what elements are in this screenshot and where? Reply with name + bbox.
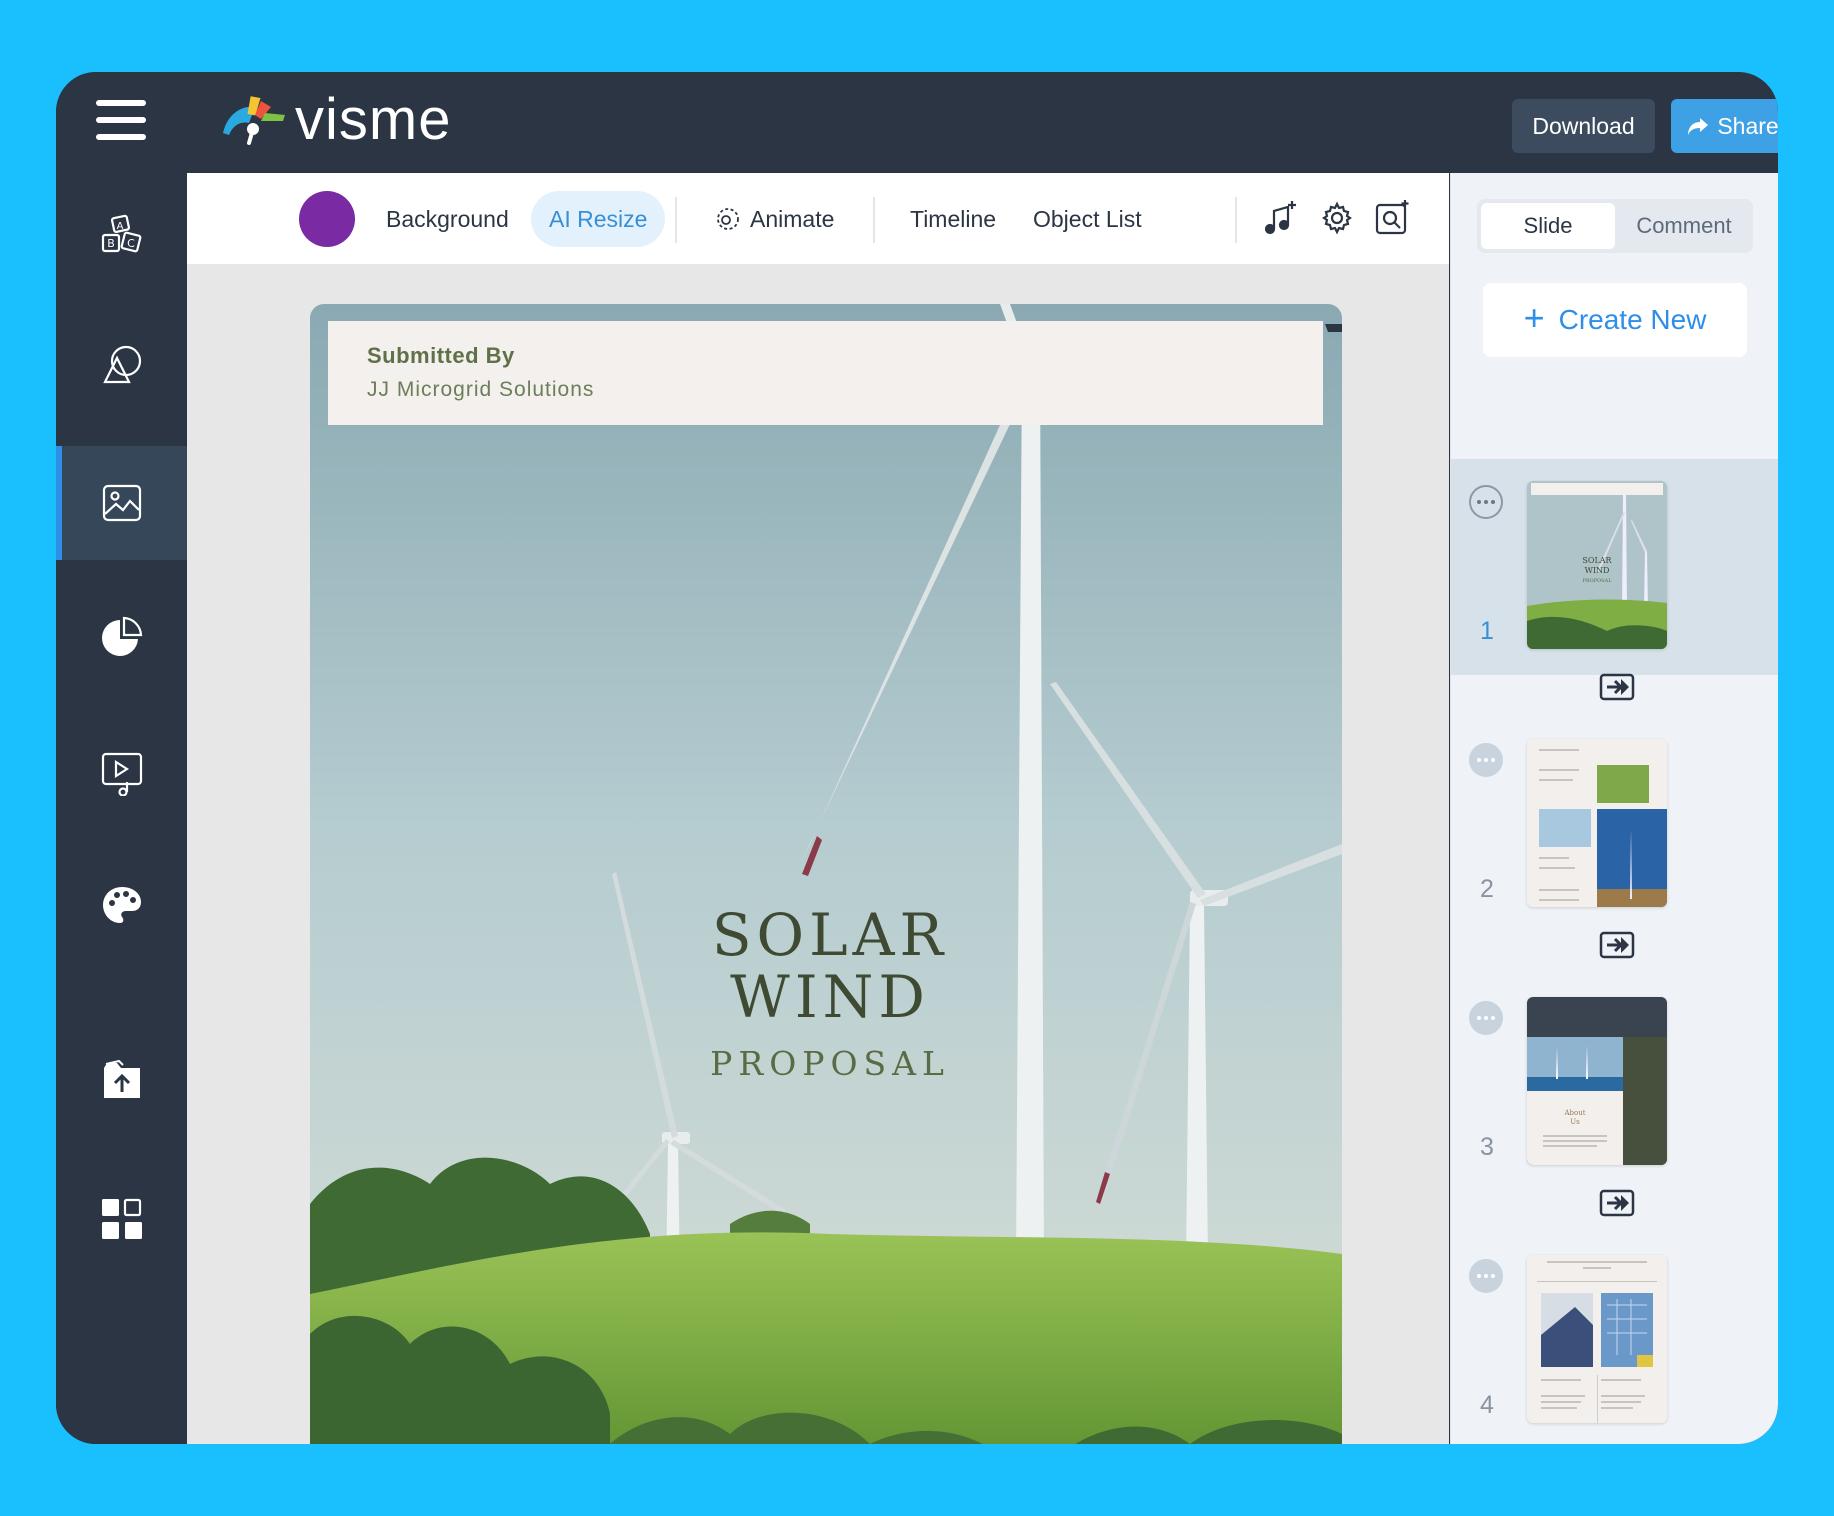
sidebar-item-media[interactable] xyxy=(56,716,187,830)
slide-number: 3 xyxy=(1480,1133,1494,1161)
slide-canvas[interactable]: Submitted By JJ Microgrid Solutions SOLA… xyxy=(310,304,1342,1444)
svg-text:B: B xyxy=(107,237,115,250)
slide-number: 1 xyxy=(1480,617,1494,645)
left-sidebar: A B C xyxy=(56,72,187,1444)
subtitle-proposal: PROPOSAL xyxy=(710,1044,950,1083)
plus-icon: + xyxy=(1523,297,1545,338)
svg-text:SOLAR: SOLAR xyxy=(1582,556,1612,565)
slide-thumbnail-row[interactable]: 4 xyxy=(1451,1233,1778,1444)
image-icon xyxy=(102,484,141,522)
ai-resize-button[interactable]: AI Resize xyxy=(531,191,666,247)
sidebar-item-apps[interactable] xyxy=(56,1162,187,1276)
sidebar-item-shapes[interactable] xyxy=(56,308,187,422)
hamburger-menu-icon[interactable] xyxy=(96,100,146,146)
tab-comment[interactable]: Comment xyxy=(1617,203,1751,249)
title-line-solar: SOLAR xyxy=(711,901,949,969)
animate-icon xyxy=(717,208,739,230)
slide-thumbnail[interactable]: About Us xyxy=(1527,997,1667,1165)
sidebar-item-uploads[interactable] xyxy=(56,1022,187,1136)
sidebar-item-colors[interactable] xyxy=(56,849,187,963)
sidebar-item-charts[interactable] xyxy=(56,580,187,694)
share-arrow-icon xyxy=(1688,118,1709,135)
text-blocks-icon: A B C xyxy=(101,214,141,253)
sidebar-item-images[interactable] xyxy=(56,446,187,560)
slide-thumbnail-row[interactable]: 1 SOLAR WIND PROPOSAL xyxy=(1451,459,1778,675)
slide-options-icon[interactable] xyxy=(1469,485,1503,519)
background-color-swatch[interactable] xyxy=(299,191,355,247)
toolbar-divider xyxy=(873,197,875,243)
wind-turbine-photo xyxy=(310,304,1342,1444)
slide-title-block[interactable]: SOLAR WIND PROPOSAL xyxy=(630,904,1030,1083)
slide-number: 4 xyxy=(1480,1391,1494,1419)
palette-icon xyxy=(102,887,141,923)
slide-thumbnail-row[interactable]: 2 xyxy=(1451,717,1778,933)
slide-transition-icon[interactable] xyxy=(1599,931,1635,959)
slide-options-icon[interactable] xyxy=(1469,1259,1503,1293)
logo-text: visme xyxy=(295,87,452,152)
slide-number: 2 xyxy=(1480,875,1494,903)
create-new-label: Create New xyxy=(1558,304,1707,335)
canvas-area: Submitted By JJ Microgrid Solutions SOLA… xyxy=(187,264,1449,1444)
svg-text:C: C xyxy=(127,237,135,250)
create-new-button[interactable]: + Create New xyxy=(1483,283,1747,357)
object-list-button[interactable]: Object List xyxy=(1033,191,1142,247)
animate-label: Animate xyxy=(750,205,835,232)
visme-logo-icon xyxy=(223,96,285,145)
visme-logo[interactable]: visme xyxy=(219,90,451,150)
toolbar-divider xyxy=(1235,197,1237,243)
panel-tabs: Slide Comment xyxy=(1477,199,1753,253)
slide-options-icon[interactable] xyxy=(1469,743,1503,777)
sidebar-item-text-blocks[interactable]: A B C xyxy=(56,179,187,293)
timeline-button[interactable]: Timeline xyxy=(910,191,996,247)
slide-options-icon[interactable] xyxy=(1469,1001,1503,1035)
apps-icon xyxy=(101,1198,142,1239)
slide-transition-icon[interactable] xyxy=(1599,673,1635,701)
slide-thumbnail[interactable] xyxy=(1527,739,1667,907)
slide-thumbnail[interactable]: SOLAR WIND PROPOSAL xyxy=(1527,481,1667,649)
top-bar: visme Download Share xyxy=(187,72,1778,173)
svg-text:WIND: WIND xyxy=(1585,566,1610,575)
toolbar-divider xyxy=(675,197,677,243)
preview-search-icon[interactable] xyxy=(1374,199,1410,237)
tab-slide[interactable]: Slide xyxy=(1481,203,1615,249)
upload-icon xyxy=(103,1059,140,1098)
svg-text:A: A xyxy=(116,221,123,232)
background-button[interactable]: Background xyxy=(386,191,509,247)
download-button[interactable]: Download xyxy=(1512,99,1655,153)
share-button-label: Share xyxy=(1717,112,1778,139)
share-button[interactable]: Share xyxy=(1671,99,1778,153)
animate-button[interactable]: Animate xyxy=(714,191,834,247)
title-line-wind: WIND xyxy=(730,963,930,1031)
svg-text:PROPOSAL: PROPOSAL xyxy=(1582,578,1612,584)
add-audio-icon[interactable] xyxy=(1262,199,1298,237)
svg-text:About: About xyxy=(1563,1109,1585,1117)
slide-thumbnail[interactable] xyxy=(1527,1255,1667,1423)
shapes-icon xyxy=(102,345,141,384)
slide-thumbnail-row[interactable]: 3 About Us xyxy=(1451,975,1778,1191)
slides-panel: Slide Comment + Create New 1 SOLAR WIND xyxy=(1450,173,1778,1444)
visme-editor-window: A B C visme Download Share Background AI… xyxy=(56,72,1778,1444)
slide-transition-icon[interactable] xyxy=(1599,1189,1635,1217)
editor-toolbar: Background AI Resize Animate Timeline Ob… xyxy=(187,173,1449,264)
chart-icon xyxy=(101,616,142,656)
submitted-by-label: Submitted By xyxy=(367,343,515,368)
settings-gear-icon[interactable] xyxy=(1319,199,1355,237)
company-name: JJ Microgrid Solutions xyxy=(367,378,595,401)
media-icon xyxy=(101,752,142,796)
svg-text:Us: Us xyxy=(1570,1118,1580,1126)
submitted-by-box[interactable]: Submitted By JJ Microgrid Solutions xyxy=(328,321,1323,425)
